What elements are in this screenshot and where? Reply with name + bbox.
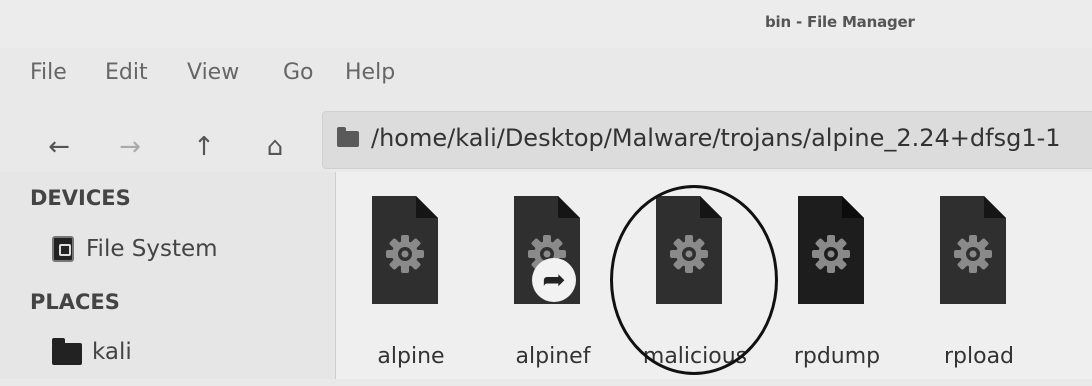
file-item-rpdump[interactable]: rpdump	[762, 196, 912, 386]
executable-icon	[372, 196, 438, 304]
symlink-arrow-icon: ➦	[532, 258, 576, 302]
location-bar[interactable]: /home/kali/Desktop/Malware/trojans/alpin…	[322, 111, 1092, 169]
back-button[interactable]: ←	[42, 130, 76, 164]
highlight-ellipse	[610, 185, 778, 375]
file-name: alpine	[377, 344, 445, 369]
home-button[interactable]: ⌂	[258, 130, 292, 164]
file-name: alpinef	[515, 344, 591, 369]
sidebar-item-file-system[interactable]: File System	[40, 234, 280, 268]
sidebar-item-label: kali	[92, 339, 132, 365]
file-item-rpload[interactable]: rpload	[904, 196, 1054, 386]
arrow-right-icon: →	[119, 132, 141, 162]
places-header: PLACES	[30, 290, 120, 314]
title-bar: bin - File Manager	[0, 0, 1092, 48]
forward-button[interactable]: →	[113, 130, 147, 164]
file-item-alpine[interactable]: alpine	[336, 196, 486, 386]
menu-go[interactable]: Go	[283, 60, 314, 85]
home-icon: ⌂	[266, 132, 284, 162]
file-name: rpload	[943, 344, 1015, 369]
file-name: rpdump	[793, 344, 881, 369]
up-button[interactable]: ↑	[187, 130, 221, 164]
menu-file[interactable]: File	[30, 60, 67, 85]
menu-help[interactable]: Help	[345, 60, 395, 85]
folder-icon	[52, 338, 82, 365]
menu-bar: File Edit View Go Help	[0, 52, 1092, 92]
executable-icon	[798, 196, 864, 304]
devices-header: DEVICES	[30, 186, 131, 210]
menu-edit[interactable]: Edit	[105, 60, 148, 85]
sidebar: DEVICES File System PLACES kali	[0, 172, 336, 379]
folder-icon	[337, 127, 359, 147]
location-path[interactable]: /home/kali/Desktop/Malware/trojans/alpin…	[371, 124, 1061, 152]
sidebar-item-kali[interactable]: kali	[40, 335, 280, 369]
arrow-left-icon: ←	[48, 132, 70, 162]
executable-icon	[940, 196, 1006, 304]
file-item-alpinef[interactable]: ➦ alpinef	[478, 196, 628, 386]
menu-view[interactable]: View	[187, 60, 239, 85]
arrow-up-icon: ↑	[193, 132, 215, 162]
drive-icon	[52, 236, 74, 262]
window-title: bin - File Manager	[765, 13, 915, 31]
sidebar-item-label: File System	[86, 236, 218, 262]
